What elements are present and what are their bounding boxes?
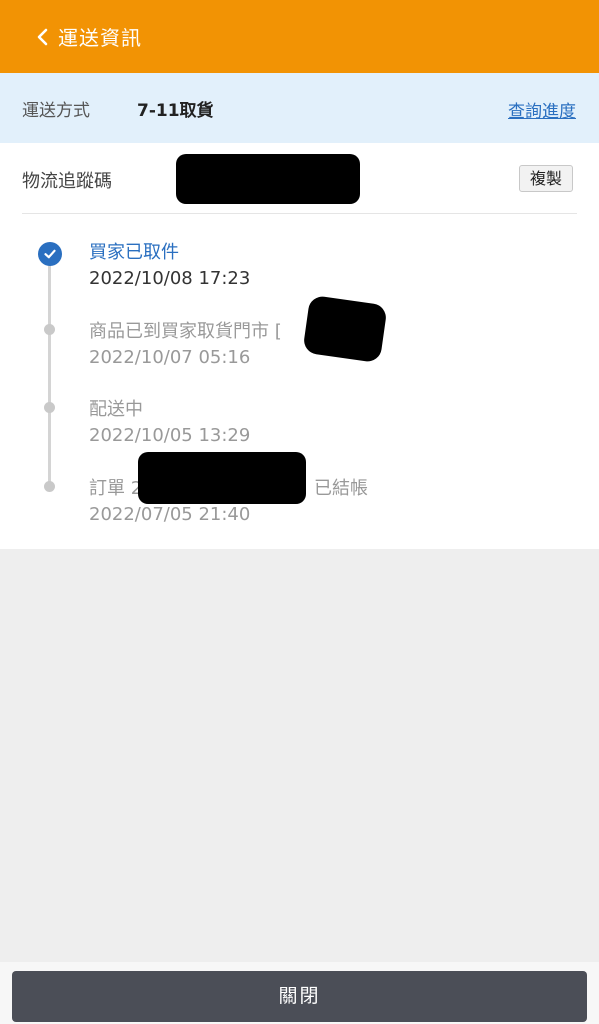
timeline-status-suffix: 已結帳 — [314, 478, 368, 499]
timeline-status: 買家已取件 — [89, 242, 179, 263]
close-button[interactable]: 關閉 — [12, 971, 587, 1022]
timeline-time: 2022/10/05 13:29 — [89, 425, 251, 446]
timeline-status-prefix: 訂單 2 — [89, 478, 143, 499]
tracking-card: 物流追蹤碼 複製 買家已取件 2022/10/08 17:23 商品已到買家取貨… — [0, 143, 599, 549]
timeline-line — [48, 256, 51, 484]
check-circle-icon — [38, 242, 62, 266]
top-bar: 運送資訊 — [0, 0, 599, 73]
shipping-method-row: 運送方式 7-11取貨 查詢進度 — [0, 73, 599, 143]
shipping-method-label: 運送方式 — [22, 100, 90, 121]
timeline-time: 2022/07/05 21:40 — [89, 504, 251, 525]
divider — [22, 213, 577, 214]
timeline-dot — [44, 481, 55, 492]
timeline-time: 2022/10/07 05:16 — [89, 347, 251, 368]
timeline-status: 商品已到買家取貨門市 [ — [89, 321, 282, 342]
chevron-left-icon[interactable] — [34, 28, 52, 46]
timeline-dot — [44, 402, 55, 413]
redacted-store-name — [302, 294, 388, 364]
check-progress-link[interactable]: 查詢進度 — [508, 97, 576, 122]
tracking-code-label: 物流追蹤碼 — [22, 171, 112, 192]
tracking-code-row: 物流追蹤碼 複製 — [0, 143, 599, 213]
timeline-time: 2022/10/08 17:23 — [89, 268, 251, 289]
copy-button[interactable]: 複製 — [519, 165, 573, 192]
timeline-dot — [44, 324, 55, 335]
page-title: 運送資訊 — [58, 26, 142, 50]
shipping-method-value: 7-11取貨 — [137, 100, 214, 121]
redacted-order-number — [138, 452, 306, 504]
timeline-status: 配送中 — [89, 399, 143, 420]
redacted-tracking-code — [176, 154, 360, 204]
